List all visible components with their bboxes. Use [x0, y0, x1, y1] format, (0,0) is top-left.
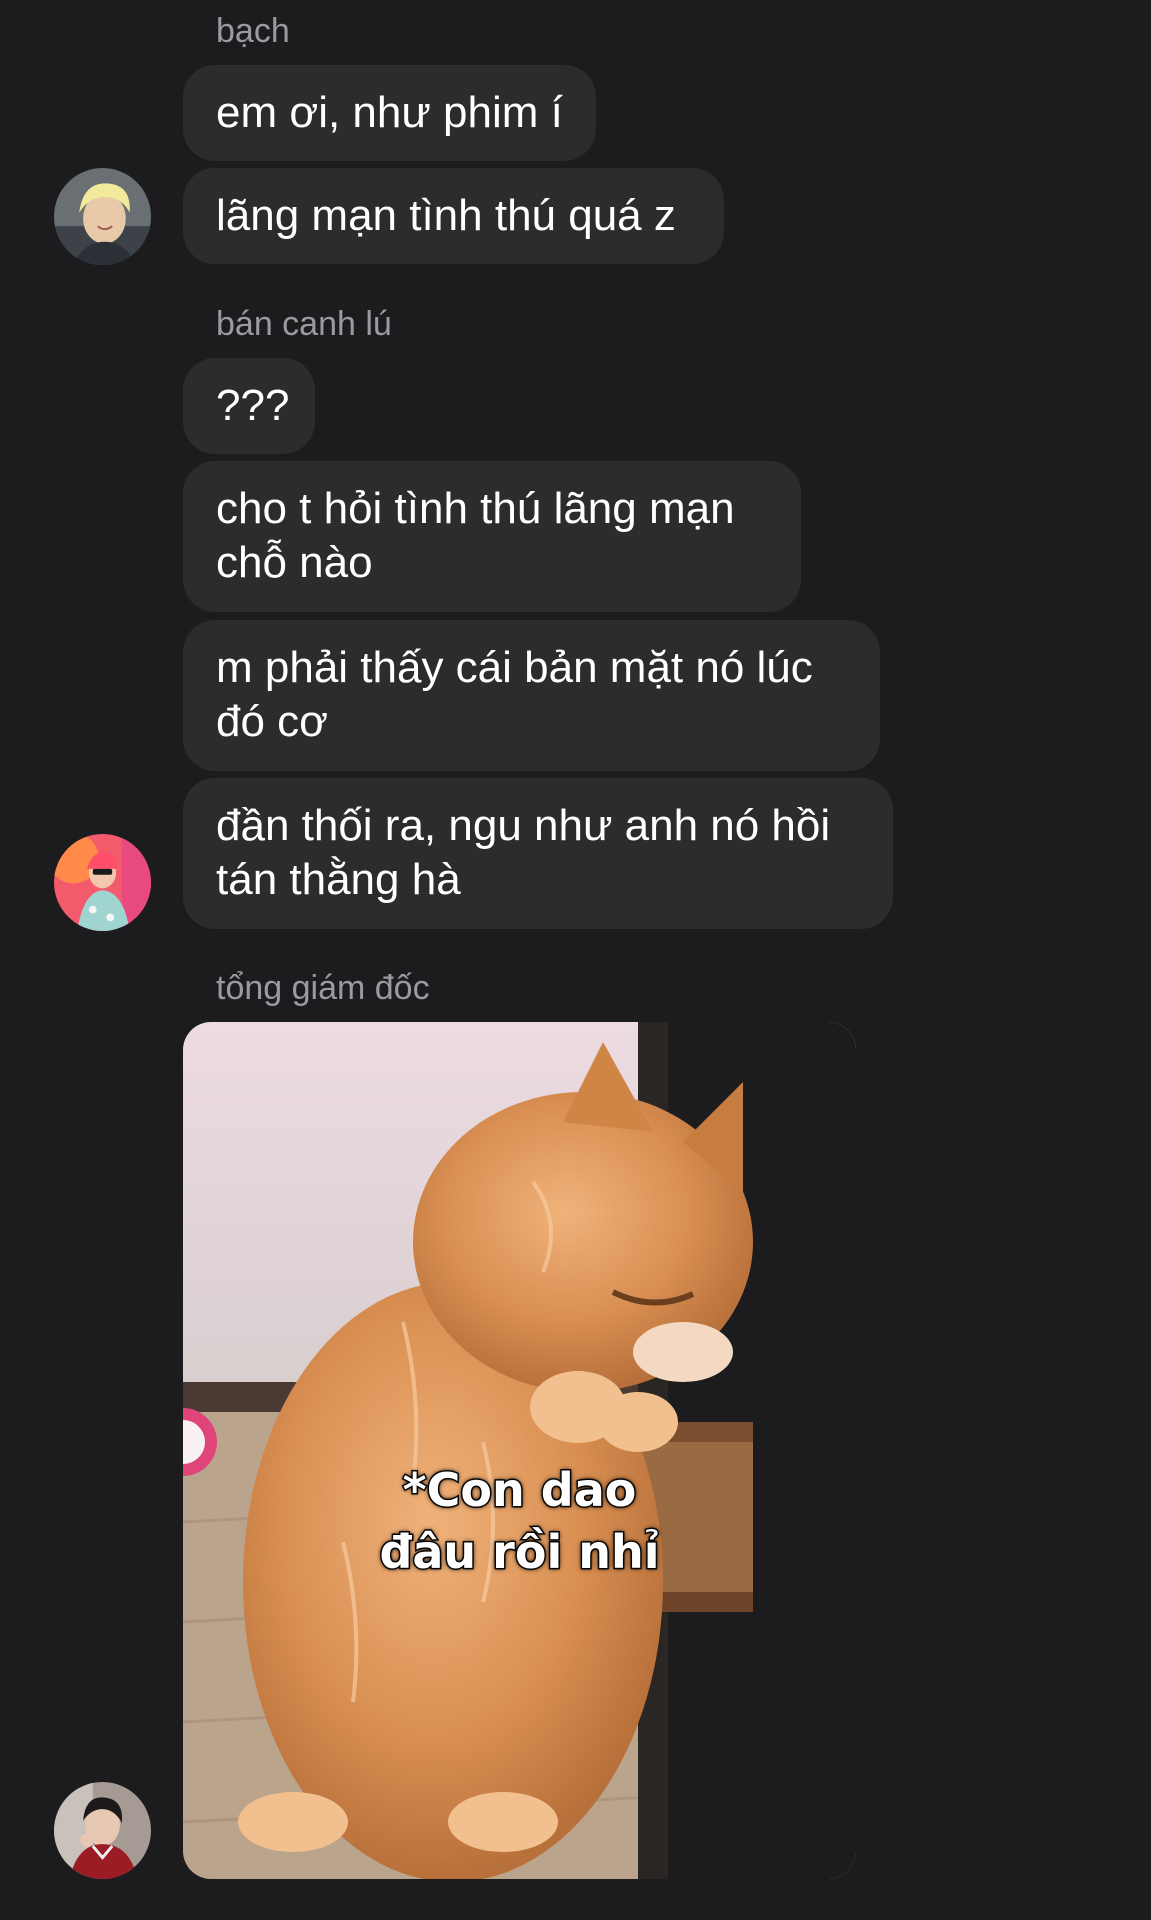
message-bubble[interactable]: ??? [183, 358, 315, 454]
avatar-dark-haired-person-icon[interactable] [54, 1782, 151, 1879]
message-bubble[interactable]: đần thối ra, ngu như anh nó hồi tán thằn… [183, 778, 893, 929]
avatar-pink-person-icon[interactable] [54, 834, 151, 931]
sender-name: bán canh lú [216, 305, 392, 343]
sender-name: tổng giám đốc [216, 969, 430, 1007]
sender-name: bạch [216, 12, 290, 50]
meme-caption-line-2: đâu rồi nhỉ [378, 1524, 661, 1581]
message-bubble[interactable]: em ơi, như phim í [183, 65, 596, 161]
cat-drawer-image [183, 1022, 856, 1879]
meme-caption-line-1: *Con dao [401, 1462, 638, 1519]
message-bubble[interactable]: m phải thấy cái bản mặt nó lúc đó cơ [183, 620, 880, 771]
image-message[interactable]: *Con dao đâu rồi nhỉ [183, 1022, 856, 1879]
message-bubble[interactable]: lãng mạn tình thú quá z [183, 168, 724, 264]
avatar-blonde-person-icon[interactable] [54, 168, 151, 265]
message-bubble[interactable]: cho t hỏi tình thú lãng mạn chỗ nào [183, 461, 801, 612]
